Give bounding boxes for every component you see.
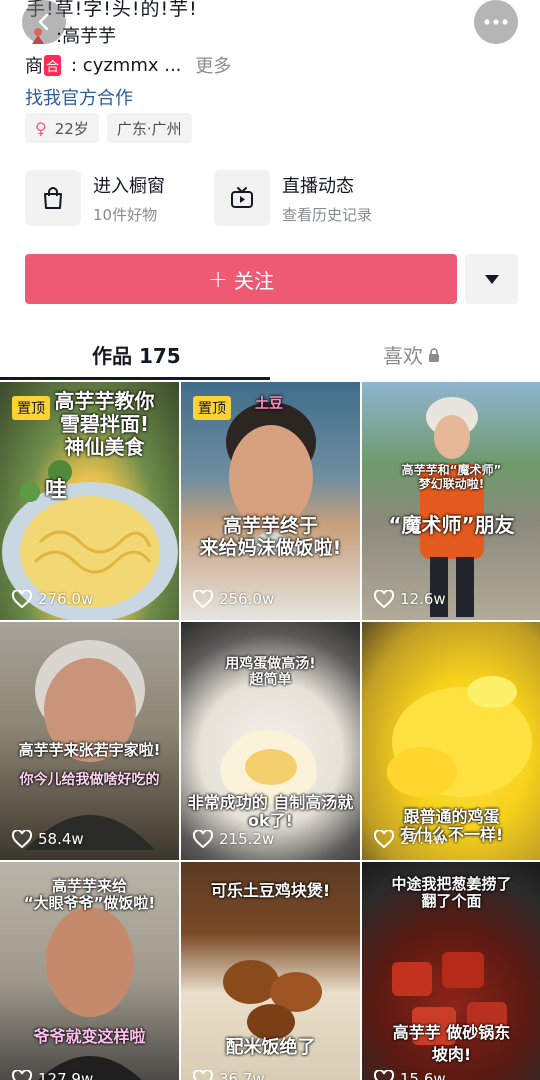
shop-window-entry[interactable]: 进入橱窗 10件好物 — [25, 170, 165, 226]
shopping-bag-icon — [25, 170, 81, 226]
recommend-dropdown-button[interactable] — [465, 254, 518, 304]
more-dots-icon — [484, 19, 508, 25]
video-likes: 36.7w — [193, 1070, 265, 1080]
video-sticker-text: 配米饭绝了 — [225, 1037, 316, 1058]
heart-outline-icon — [12, 830, 32, 848]
video-sticker-text: 爷爷就变这样啦 — [33, 1027, 146, 1046]
official-cooperation-link[interactable]: 找我官方合作 — [25, 84, 133, 110]
heart-outline-icon — [193, 590, 213, 608]
live-feed-title: 直播动态 — [282, 175, 354, 197]
profile-tags: ♀ 22岁 广东·广州 — [25, 113, 192, 143]
follow-label: 关注 — [234, 268, 275, 293]
plus-icon: + — [207, 265, 229, 293]
heart-outline-icon — [12, 1070, 32, 1080]
shop-window-title: 进入橱窗 — [93, 175, 165, 197]
video-grid: 置顶 高芋芋教你 雪碧拌面! 神仙美食 哇 276.0w 置顶 土豆 高芋芋终于 来给… — [0, 382, 540, 1080]
video-caption: 可乐土豆鸡块煲! — [210, 881, 331, 900]
video-sticker-text: 哇 — [45, 478, 68, 503]
video-thumbnail[interactable]: 置顶 土豆 高芋芋终于 来给妈沫做饭啦! 256.0w — [181, 382, 360, 620]
doll-icon — [30, 27, 46, 44]
video-likes: 12.6w — [374, 590, 446, 608]
bio-name-text: :高芋芋 — [56, 26, 117, 47]
video-thumbnail[interactable]: 用鸡蛋做高汤! 超简单 非常成功的 自制高汤就ok了! 215.2w — [181, 622, 360, 860]
video-caption: 高芋芋和“魔术师” 梦幻联动啦! — [401, 463, 502, 491]
video-sticker-text: 高芋芋 做砂锅东坡肉! — [392, 1023, 511, 1065]
heart-outline-icon — [374, 1070, 394, 1080]
person-photo — [38, 907, 142, 1080]
video-likes: 27.4w — [374, 830, 446, 848]
heart-outline-icon — [374, 830, 394, 848]
video-caption: 高芋芋来给 “大眼爷爷”做饭啦! — [23, 877, 156, 913]
heart-outline-icon — [193, 830, 213, 848]
profile-tabs: 作品 175 喜欢 — [0, 330, 540, 382]
video-thumbnail[interactable]: 跟普通的鸡蛋 有什么不一样! 27.4w — [362, 622, 540, 860]
video-likes: 256.0w — [193, 590, 274, 608]
video-sticker-text: 非常成功的 自制高汤就ok了! — [187, 793, 354, 831]
shop-value: : cyzmmx ... — [71, 54, 182, 76]
caret-down-icon — [484, 274, 499, 284]
video-thumbnail[interactable]: 置顶 高芋芋教你 雪碧拌面! 神仙美食 哇 276.0w — [0, 382, 179, 620]
person-photo — [420, 397, 484, 617]
video-likes: 276.0w — [12, 590, 93, 608]
female-icon: ♀ — [35, 118, 47, 138]
video-likes: 215.2w — [193, 830, 274, 848]
tab-works[interactable]: 作品 175 — [92, 340, 181, 369]
video-likes: 58.4w — [12, 830, 84, 848]
live-feed-entry[interactable]: 直播动态 查看历史记录 — [214, 170, 372, 226]
shop-more-link[interactable]: 更多 — [195, 52, 231, 78]
video-likes: 15.6w — [374, 1070, 446, 1080]
heart-outline-icon — [12, 590, 32, 608]
age-text: 22岁 — [54, 119, 89, 138]
heart-outline-icon — [374, 590, 394, 608]
video-caption: 高芋芋终于 来给妈沫做饭啦! — [199, 515, 342, 559]
bio-name-line: :高芋芋 — [30, 22, 116, 48]
pinned-badge: 置顶 — [193, 396, 231, 420]
video-sticker-text: 土豆 — [255, 396, 283, 412]
pinned-badge: 置顶 — [12, 396, 50, 420]
shop-line[interactable]: 商 合 : cyzmmx ... 更多 — [25, 52, 231, 78]
shop-window-subtitle: 10件好物 — [93, 205, 158, 224]
shop-prefix: 商 — [25, 56, 43, 77]
video-thumbnail[interactable]: 高芋芋和“魔术师” 梦幻联动啦! “魔术师”朋友 12.6w — [362, 382, 540, 620]
video-caption: 高芋芋来张若宇家啦! — [18, 741, 161, 759]
video-caption: 中途我把葱姜捞了 翻了个面 — [391, 875, 512, 911]
video-thumbnail[interactable]: 高芋芋来给 “大眼爷爷”做饭啦! 爷爷就变这样啦 127.9w — [0, 862, 179, 1080]
heart-outline-icon — [193, 1070, 213, 1080]
shop-badge: 合 — [44, 54, 62, 76]
video-sticker-text: 你今儿给我做啥好吃的 — [19, 772, 160, 788]
more-options-button[interactable] — [474, 0, 518, 44]
tab-likes[interactable]: 喜欢 — [383, 340, 440, 369]
video-thumbnail[interactable]: 可乐土豆鸡块煲! 配米饭绝了 36.7w — [181, 862, 360, 1080]
follow-button[interactable]: + 关注 — [25, 254, 457, 304]
tv-play-icon — [214, 170, 270, 226]
tab-likes-label: 喜欢 — [383, 344, 423, 368]
lock-icon — [429, 347, 439, 362]
location-text: 广东·广州 — [116, 119, 182, 138]
age-tag: ♀ 22岁 — [25, 113, 99, 143]
video-thumbnail[interactable]: 中途我把葱姜捞了 翻了个面 高芋芋 做砂锅东坡肉! 15.6w — [362, 862, 540, 1080]
video-likes: 127.9w — [12, 1070, 93, 1080]
video-thumbnail[interactable]: 高芋芋来张若宇家啦! 你今儿给我做啥好吃的 58.4w — [0, 622, 179, 860]
active-tab-indicator — [0, 377, 270, 380]
person-photo — [25, 640, 155, 850]
location-tag: 广东·广州 — [106, 113, 192, 143]
video-caption: 用鸡蛋做高汤! 超简单 — [225, 656, 316, 689]
live-feed-subtitle: 查看历史记录 — [282, 205, 373, 224]
video-sticker-text: “魔术师”朋友 — [388, 513, 515, 537]
